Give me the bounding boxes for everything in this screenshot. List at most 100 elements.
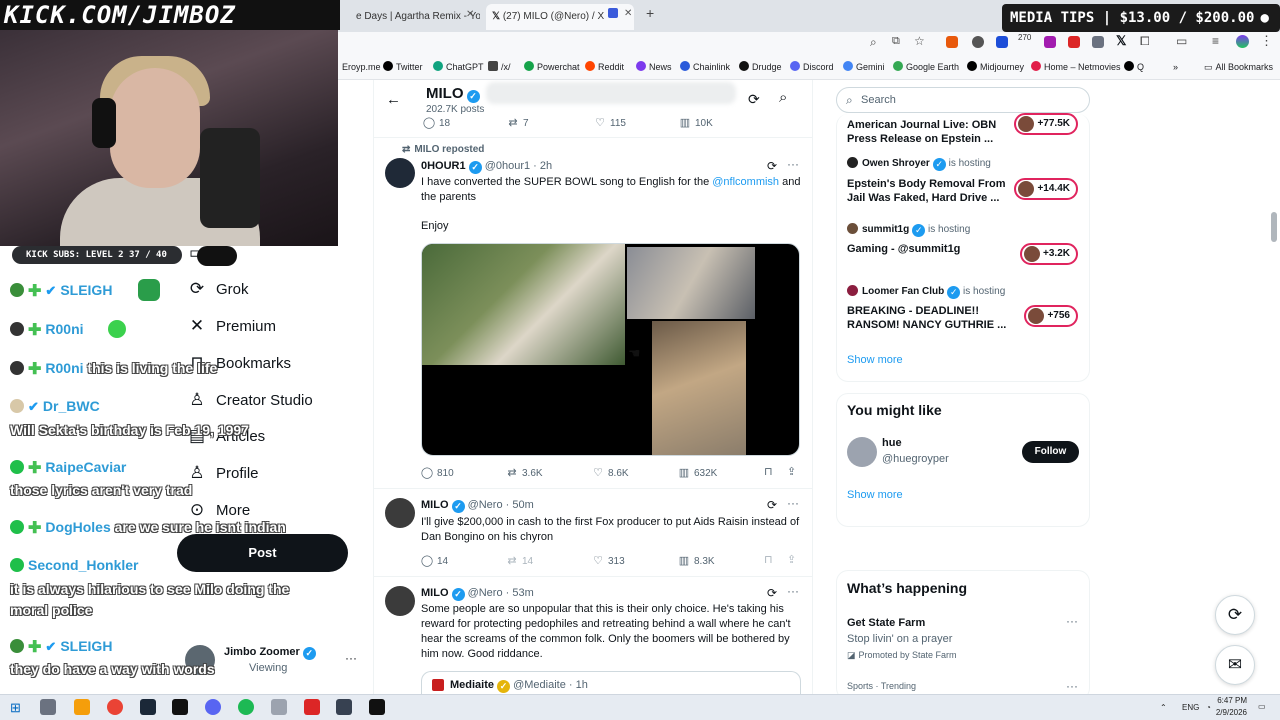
app-icon[interactable] xyxy=(304,699,320,715)
nav-item-profile[interactable]: ♙ Profile xyxy=(186,458,258,488)
extension-icon[interactable] xyxy=(1044,36,1056,48)
bookmark-item[interactable]: Powerchat xyxy=(524,60,580,74)
bookmark-item[interactable]: ChatGPT xyxy=(433,60,484,74)
like-count[interactable]: ♡ 313 xyxy=(591,554,625,567)
avatar[interactable] xyxy=(847,437,877,467)
discord-icon[interactable] xyxy=(205,699,221,715)
more-options-icon[interactable]: ··· xyxy=(1066,679,1078,693)
mention-link[interactable]: @nflcommish xyxy=(712,176,779,188)
avatar[interactable] xyxy=(385,586,415,616)
language-indicator[interactable]: ENG xyxy=(1182,703,1199,712)
bookmark-item[interactable]: Q xyxy=(1124,60,1144,74)
notifications-icon[interactable]: ▭ xyxy=(1258,702,1266,711)
nav-item-creator-studio[interactable]: ♙ Creator Studio xyxy=(186,385,312,415)
like-count[interactable]: ♡ 115 xyxy=(593,116,626,129)
space-title[interactable]: BREAKING - DEADLINE!! RANSOM! NANCY GUTHR… xyxy=(847,304,1012,332)
spotify-icon[interactable] xyxy=(238,699,254,715)
star-icon[interactable]: ☆ xyxy=(914,34,925,48)
more-options-icon[interactable]: ··· xyxy=(345,651,357,665)
suggested-user-handle[interactable]: @huegroyper xyxy=(882,453,949,465)
trend-title[interactable]: Get State Farm xyxy=(847,617,925,629)
x-extension-icon[interactable]: 𝕏 xyxy=(1116,33,1126,49)
browser-tab[interactable]: e Days | Agartha Remix - You xyxy=(350,4,480,30)
task-view-icon[interactable] xyxy=(40,699,56,715)
bookmark-item[interactable]: /x/ xyxy=(488,60,511,74)
reply-count[interactable]: ◯ 14 xyxy=(420,554,448,567)
tweet-media[interactable] xyxy=(421,243,800,456)
scrollbar-thumb[interactable] xyxy=(1271,212,1277,242)
tweet-author[interactable]: MILO ✓ @Nero · 50m xyxy=(421,499,534,513)
bookmark-item[interactable]: Eroyp.me xyxy=(342,60,381,74)
bookmark-item[interactable]: Drudge xyxy=(739,60,782,74)
close-icon[interactable]: ✕ xyxy=(466,9,474,20)
space-title[interactable]: Epstein's Body Removal From Jail Was Fake… xyxy=(847,177,1012,205)
space-title[interactable]: Gaming - @summit1g xyxy=(847,242,1012,256)
space-listener-pill[interactable]: +14.4K xyxy=(1014,178,1078,200)
app-icon[interactable] xyxy=(369,699,385,715)
search-icon[interactable]: ⌕ xyxy=(779,89,787,106)
install-icon[interactable]: ⧉ xyxy=(892,35,900,48)
quote-tweet-card[interactable]: Mediaite ✓ @Mediaite · 1h xyxy=(421,671,801,695)
space-host[interactable]: Loomer Fan Club ✓ is hosting xyxy=(847,285,1005,299)
nav-item-grok[interactable]: ⟳ Grok xyxy=(186,274,249,304)
file-explorer-icon[interactable] xyxy=(74,699,90,715)
share-icon[interactable]: ⇪ xyxy=(787,465,796,478)
space-host[interactable]: summit1g ✓ is hosting xyxy=(847,223,970,237)
grok-icon[interactable]: ⟳ xyxy=(767,586,777,600)
more-options-icon[interactable]: ··· xyxy=(787,496,799,510)
bookmark-item[interactable]: News xyxy=(636,60,672,74)
extensions-puzzle-icon[interactable]: ⧠ xyxy=(1140,34,1150,49)
terminal-icon[interactable] xyxy=(172,699,188,715)
steam-icon[interactable] xyxy=(140,699,156,715)
tweet-author[interactable]: MILO ✓ @Nero · 53m xyxy=(421,587,534,601)
space-listener-pill[interactable]: +3.2K xyxy=(1020,243,1078,265)
grok-float-button[interactable]: ⟳ xyxy=(1215,595,1255,635)
avatar[interactable] xyxy=(385,498,415,528)
post-button[interactable]: Post xyxy=(177,534,348,572)
grok-icon[interactable]: ⟳ xyxy=(748,91,760,108)
bookmark-icon[interactable]: ⊓ xyxy=(764,465,773,478)
search-input[interactable]: ⌕ Search xyxy=(836,87,1090,113)
bookmark-item[interactable]: Chainlink xyxy=(680,60,730,74)
bookmark-item[interactable]: Discord xyxy=(790,60,834,74)
messages-float-button[interactable]: ✉ xyxy=(1215,645,1255,685)
more-options-icon[interactable]: ··· xyxy=(787,584,799,598)
app-icon[interactable] xyxy=(271,699,287,715)
space-title[interactable]: American Journal Live: OBN Press Release… xyxy=(847,118,1012,146)
profile-avatar-icon[interactable] xyxy=(1236,35,1249,48)
extension-counter-badge[interactable]: 270 xyxy=(1018,33,1031,42)
grok-icon[interactable]: ⟳ xyxy=(767,159,777,173)
bookmark-item[interactable]: Google Earth xyxy=(893,60,959,74)
extension-brave-icon[interactable] xyxy=(946,36,958,48)
browser-menu-icon[interactable]: ⋮ xyxy=(1260,33,1273,49)
reply-count[interactable]: ◯ 810 xyxy=(420,466,454,479)
close-icon[interactable]: ✕ xyxy=(624,8,632,19)
bookmark-item[interactable]: Home – Netmovies xyxy=(1031,60,1121,74)
view-count[interactable]: ▥ 632K xyxy=(677,466,718,479)
downloads-icon[interactable]: ≡ xyxy=(1212,34,1219,48)
windows-start-icon[interactable]: ⊞ xyxy=(10,700,21,716)
clock-time[interactable]: 6:47 PM xyxy=(1207,696,1247,705)
clock-date[interactable]: 2/9/2026 xyxy=(1205,708,1247,717)
bookmark-icon[interactable]: ⊓ xyxy=(764,553,773,566)
repost-count[interactable]: ⇄ 14 xyxy=(505,554,533,567)
chrome-icon[interactable] xyxy=(107,699,123,715)
avatar[interactable] xyxy=(385,158,415,188)
tweet-author[interactable]: 0HOUR1 ✓ @0hour1 · 2h xyxy=(421,160,552,174)
bookmark-item[interactable]: Twitter xyxy=(383,60,423,74)
bookmark-item[interactable]: Midjourney xyxy=(967,60,1024,74)
share-icon[interactable]: ⇪ xyxy=(787,553,796,566)
reply-count[interactable]: ◯ 18 xyxy=(422,116,450,129)
follow-button[interactable]: Follow xyxy=(1022,441,1079,463)
extension-icon[interactable] xyxy=(1068,36,1080,48)
app-icon[interactable] xyxy=(336,699,352,715)
bookmarks-overflow-button[interactable]: » xyxy=(1173,60,1178,74)
all-bookmarks-button[interactable]: ▭ All Bookmarks xyxy=(1204,60,1273,74)
extension-shield-icon[interactable] xyxy=(972,36,984,48)
tray-chevron-icon[interactable]: ⌃ xyxy=(1160,703,1167,712)
extension-icon[interactable] xyxy=(1092,36,1104,48)
bookmark-item[interactable]: Reddit xyxy=(585,60,624,74)
repost-count[interactable]: ⇄ 3.6K xyxy=(505,466,542,479)
show-more-link[interactable]: Show more xyxy=(847,354,903,366)
suggested-user-name[interactable]: hue xyxy=(882,437,902,449)
